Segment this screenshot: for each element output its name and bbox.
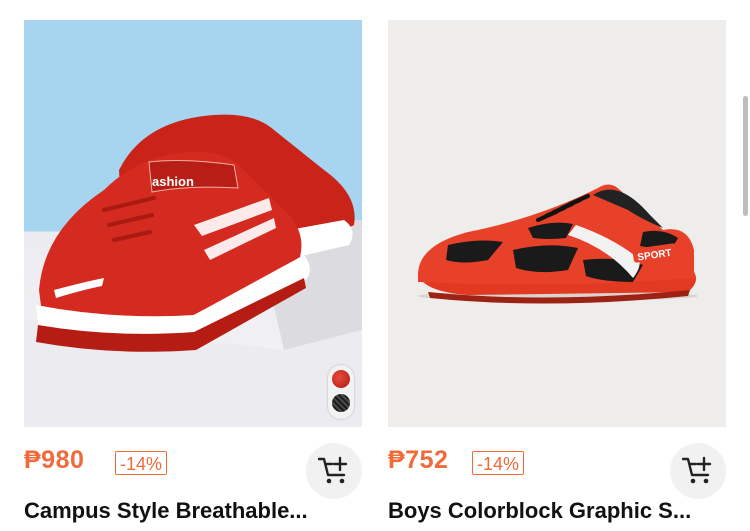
product-title[interactable]: Boys Colorblock Graphic S...: [388, 498, 726, 524]
price: ₱752: [388, 446, 449, 474]
add-to-cart-button[interactable]: [670, 443, 726, 499]
add-to-cart-icon: [318, 456, 348, 484]
price-row: ₱752 -14%: [388, 427, 726, 499]
red-velcro-sneaker-image: ashion: [24, 114, 362, 427]
product-image[interactable]: SPORT: [388, 20, 726, 427]
swatch-black[interactable]: [332, 394, 350, 412]
product-card[interactable]: ashion ₱980 -14%: [24, 20, 362, 499]
price-row: ₱980 -14%: [24, 427, 362, 499]
swatch-red[interactable]: [332, 370, 350, 388]
price: ₱980: [24, 446, 85, 474]
discount-badge: -14%: [115, 451, 168, 475]
shoe-brand-text: ashion: [152, 174, 194, 189]
product-image[interactable]: ashion: [24, 20, 362, 427]
product-title[interactable]: Campus Style Breathable...: [24, 498, 362, 524]
discount-badge: -14%: [472, 451, 525, 475]
scrollbar[interactable]: [743, 96, 748, 216]
color-swatches[interactable]: [328, 365, 354, 419]
red-black-soccer-turf-shoe-image: SPORT: [418, 184, 698, 304]
product-card[interactable]: SPORT ₱752 -14%: [388, 20, 726, 499]
add-to-cart-button[interactable]: [306, 443, 362, 499]
add-to-cart-icon: [682, 456, 712, 484]
